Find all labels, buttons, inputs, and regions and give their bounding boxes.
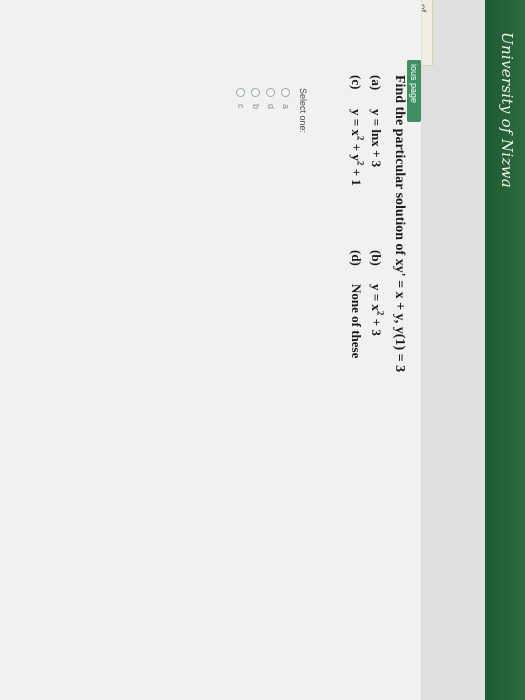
choice-c-text-mid: + y (349, 140, 364, 161)
answer-option-c-label: c (236, 104, 246, 109)
quiz-screen: University of Nizwa of Find the particul… (0, 0, 525, 700)
radio-button-a[interactable] (281, 88, 291, 97)
choice-c-text-main: y = x (349, 109, 364, 136)
answer-option-a-label: a (281, 104, 291, 110)
question-prompt-prefix: Find the particular solution of xy (392, 75, 407, 273)
choice-b-text-tail: + 3 (369, 315, 384, 336)
radio-button-b[interactable] (251, 88, 261, 97)
choice-d-text: None of these (349, 284, 364, 359)
choice-a-letter: (a) (369, 75, 384, 91)
choice-b: (b)y = x2 + 3 (368, 250, 385, 336)
answer-option-a[interactable]: a (281, 88, 291, 109)
choice-d-letter: (d) (349, 250, 364, 266)
previous-page-button[interactable]: ious page (407, 60, 421, 122)
choice-d: (d) None of these (348, 250, 364, 358)
site-title: University of Nizwa (498, 32, 516, 189)
question-prompt: Find the particular solution of xy' = x … (391, 75, 407, 372)
choice-a-text: y = lnx + 3 (369, 109, 384, 168)
answer-option-b-label: b (251, 104, 261, 110)
choice-a: (a) y = lnx + 3 (368, 75, 384, 167)
choice-b-letter: (b) (369, 250, 384, 266)
choice-c: (c)y = x2 + y2 + 1 (348, 75, 365, 186)
answer-option-c[interactable]: c (236, 88, 246, 109)
question-prompt-suffix: ' = x + y, y(1) = 3 (392, 272, 407, 373)
choice-c-letter: (c) (349, 75, 364, 90)
header-bar: University of Nizwa (485, 0, 525, 700)
radio-button-c[interactable] (236, 88, 246, 97)
choice-b-text-main: y = x (369, 284, 384, 311)
answer-option-b[interactable]: b (251, 88, 261, 109)
radio-button-d[interactable] (266, 88, 276, 97)
answer-option-d-label: d (266, 104, 276, 110)
page-sidebar-area: of (383, 0, 485, 700)
answer-option-d[interactable]: d (266, 88, 276, 109)
question-card: Find the particular solution of xy' = x … (0, 0, 422, 700)
choice-c-text-tail: + 1 (349, 165, 364, 186)
photo-stage: University of Nizwa of Find the particul… (0, 0, 525, 700)
select-one-label: Select one: (298, 88, 308, 134)
